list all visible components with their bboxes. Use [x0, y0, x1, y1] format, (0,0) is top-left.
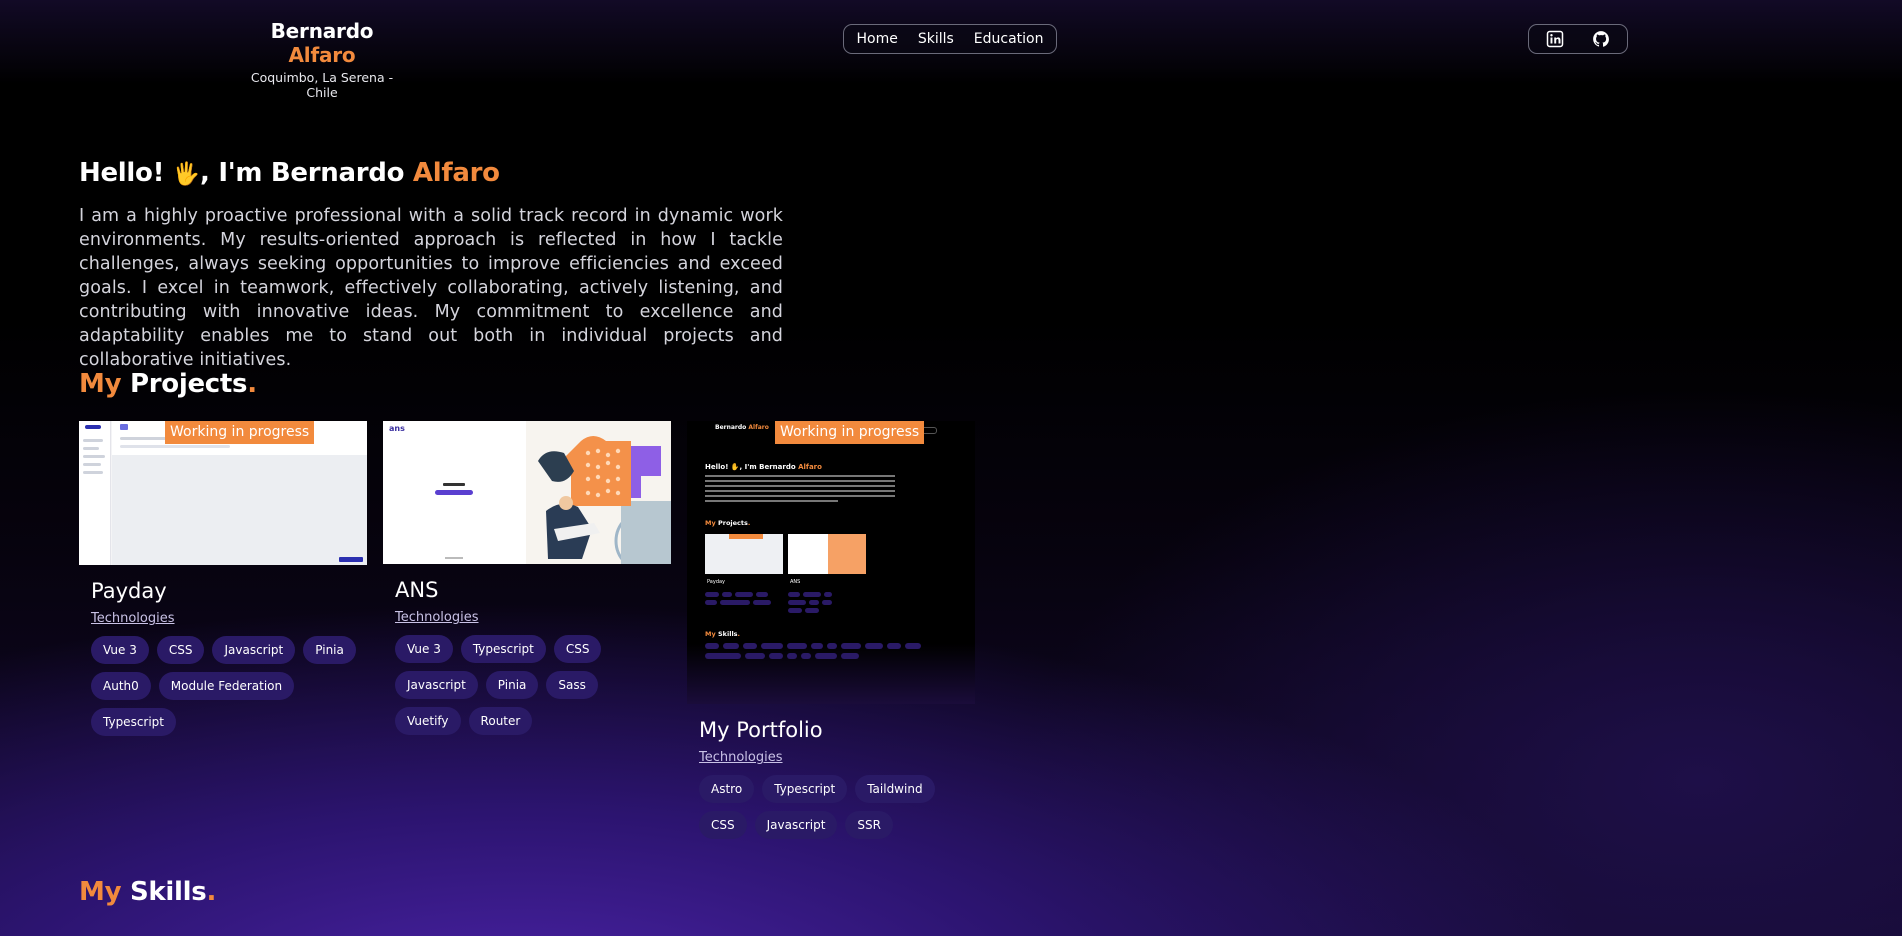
mini-chips — [788, 592, 848, 613]
project-card-portfolio[interactable]: Bernardo Alfaro Hello! ✋, I'm Bernardo A… — [687, 421, 975, 839]
hero-greeting: Hello! — [79, 158, 165, 188]
tech-chip-list: Vue 3 CSS Javascript Pinia Auth0 Module … — [91, 636, 367, 736]
hero-description: I am a highly proactive professional wit… — [79, 206, 783, 370]
project-card-payday[interactable]: Working in progress Payday Technologies … — [79, 421, 367, 736]
technologies-link[interactable]: Technologies — [395, 610, 479, 625]
tech-chip: Typescript — [762, 775, 848, 803]
hero-intro: , I'm Bernardo — [200, 158, 413, 188]
nav-education-link[interactable]: Education — [974, 31, 1044, 47]
mini-button — [435, 490, 473, 495]
skills-title-dot: . — [206, 877, 217, 907]
project-screenshot-portfolio[interactable]: Bernardo Alfaro Hello! ✋, I'm Bernardo A… — [687, 421, 975, 704]
tech-chip: Sass — [546, 671, 598, 699]
mini-button — [339, 557, 363, 562]
brand-location: Coquimbo, La Serena - Chile — [250, 70, 394, 100]
brand-first-name: Bernardo — [270, 19, 374, 43]
mini-hero-text — [705, 475, 895, 502]
project-screenshot-payday[interactable]: Working in progress — [79, 421, 367, 565]
tech-chip: Typescript — [91, 708, 177, 736]
project-card-ans[interactable]: ans ANS Technologies Vue 3 Typescript CS — [383, 421, 671, 735]
technologies-link[interactable]: Technologies — [699, 750, 783, 765]
technologies-link[interactable]: Technologies — [91, 611, 175, 626]
skills-title-word: Skills — [130, 877, 207, 907]
status-badge: Working in progress — [165, 421, 315, 444]
projects-title-word: Projects — [130, 369, 248, 399]
projects-title-my: My — [79, 369, 122, 399]
mini-footer — [445, 557, 463, 559]
mini-hero-title: Hello! ✋, I'm Bernardo Alfaro — [705, 463, 822, 471]
hero-title: Hello! 🖐, I'm Bernardo Alfaro — [79, 158, 500, 188]
mini-logo: ans — [389, 424, 405, 433]
mini-heading — [443, 483, 465, 486]
tech-chip: Typescript — [460, 635, 546, 663]
skills-section-title: My Skills. — [79, 877, 216, 907]
tech-chip: Javascript — [395, 671, 478, 699]
tech-chip: Module Federation — [158, 672, 295, 700]
project-screenshot-ans[interactable]: ans — [383, 421, 671, 564]
tech-chip: CSS — [699, 811, 747, 839]
mini-skill-chips — [705, 643, 945, 659]
tech-chip-list: Vue 3 Typescript CSS Javascript Pinia Sa… — [395, 635, 671, 735]
projects-title-dot: . — [247, 369, 257, 399]
hero-highlight: Alfaro — [412, 158, 500, 188]
mini-card-title: Payday — [707, 579, 726, 585]
tech-chip: Taildwind — [855, 775, 935, 803]
mini-card-image — [705, 534, 783, 574]
tech-chip: Astro — [699, 775, 755, 803]
brand-name: Bernardo Alfaro — [236, 19, 408, 67]
waving-hand-icon: 🖐 — [172, 162, 200, 187]
mini-chips — [705, 592, 775, 605]
tech-chip: Javascript — [754, 811, 838, 839]
status-badge: Working in progress — [775, 421, 925, 444]
projects-section-title: My Projects. — [79, 369, 257, 399]
project-title: ANS — [395, 578, 439, 602]
project-title: Payday — [91, 579, 167, 603]
mini-projects-title: My Projects. — [705, 519, 751, 527]
puzzle-illustration-icon — [526, 421, 671, 564]
tech-chip: Javascript — [212, 636, 296, 664]
mini-card-image — [788, 534, 866, 574]
skills-title-my: My — [79, 877, 122, 907]
tech-chip: Vuetify — [395, 707, 461, 735]
tech-chip: Vue 3 — [395, 635, 453, 663]
nav-skills-link[interactable]: Skills — [918, 31, 954, 47]
brand: Bernardo Alfaro Coquimbo, La Serena - Ch… — [236, 19, 408, 100]
tech-chip: Pinia — [485, 671, 539, 699]
mini-brand: Bernardo Alfaro — [715, 424, 769, 431]
project-title: My Portfolio — [699, 718, 823, 742]
tech-chip-list: Astro Typescript Taildwind CSS Javascrip… — [699, 775, 975, 839]
social-links — [1528, 24, 1628, 54]
mini-skills-title: My Skills. — [705, 630, 741, 638]
tech-chip: Vue 3 — [91, 636, 149, 664]
tech-chip: CSS — [156, 636, 205, 664]
tech-chip: SSR — [845, 811, 893, 839]
github-icon[interactable] — [1592, 30, 1610, 48]
main-nav: Home Skills Education — [843, 24, 1057, 54]
linkedin-icon[interactable] — [1546, 30, 1564, 48]
tech-chip: CSS — [553, 635, 602, 663]
mini-main-area — [112, 455, 367, 565]
tech-chip: Pinia — [303, 636, 356, 664]
nav-home-link[interactable]: Home — [856, 31, 897, 47]
brand-last-name: Alfaro — [288, 43, 356, 67]
mini-sidebar — [79, 421, 111, 565]
tech-chip: Auth0 — [91, 672, 151, 700]
mini-card-title: ANS — [790, 579, 801, 585]
tech-chip: Router — [468, 707, 533, 735]
